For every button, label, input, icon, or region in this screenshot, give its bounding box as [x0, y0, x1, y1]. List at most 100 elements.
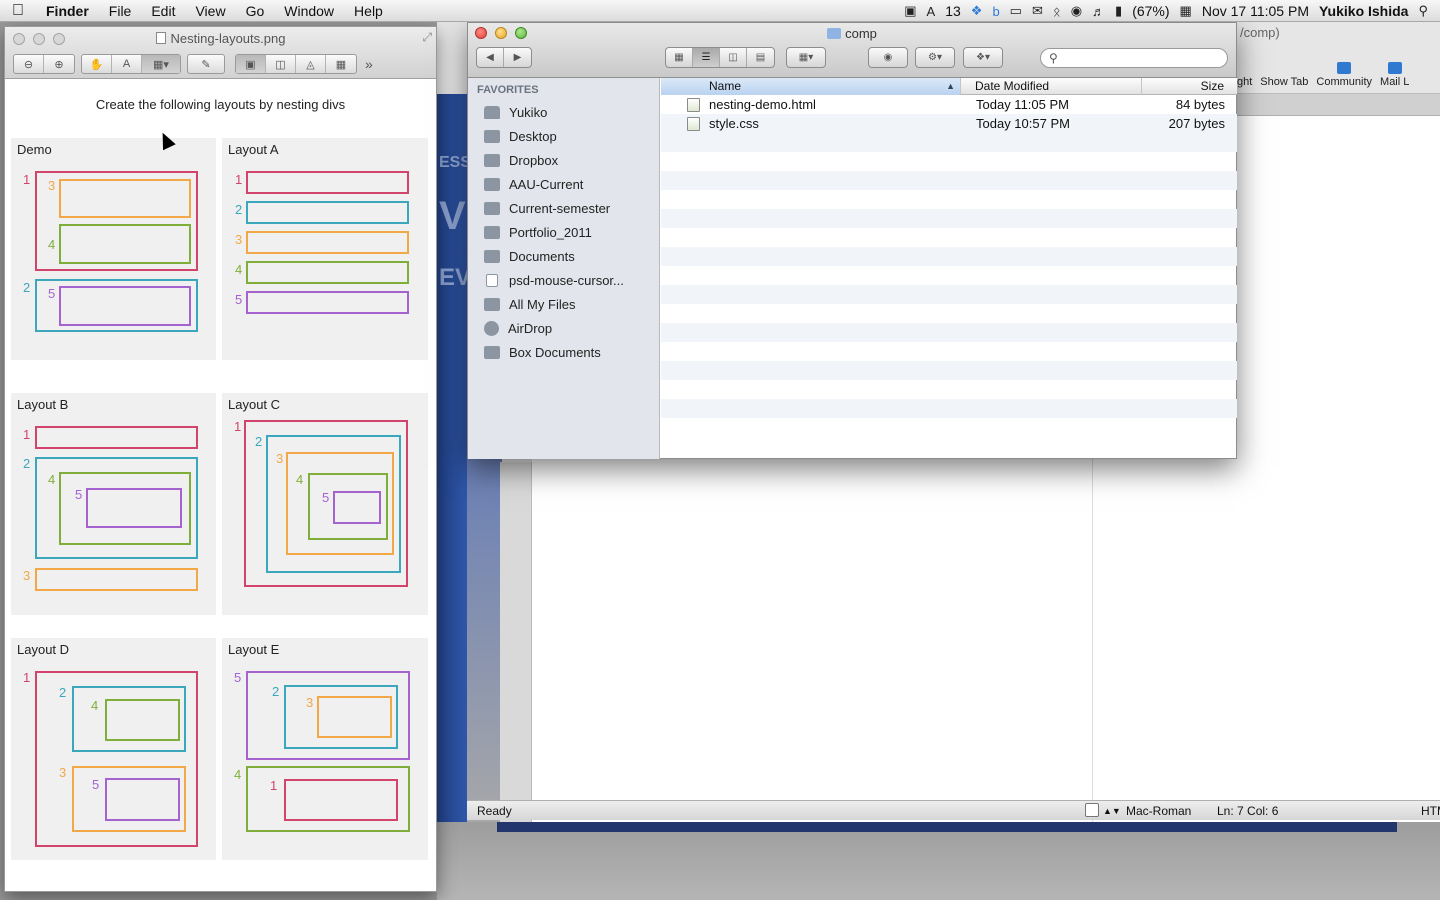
mail-button[interactable]: Mail L — [1380, 62, 1409, 88]
adobe-updates-icon[interactable]: A — [927, 4, 936, 19]
sort-ascending-icon: ▲ — [946, 81, 955, 91]
box-number: 1 — [23, 172, 31, 187]
menu-window[interactable]: Window — [274, 0, 344, 22]
sidebar-item-yukiko[interactable]: Yukiko — [484, 102, 547, 122]
image-heading: Create the following layouts by nesting … — [95, 97, 346, 112]
calendar-icon[interactable]: ▦ — [1180, 3, 1192, 19]
forward-arrow-icon[interactable]: ▶ — [504, 48, 531, 67]
evernote-icon[interactable]: ✉ — [1032, 3, 1043, 19]
toolbar-overflow-icon[interactable]: » — [365, 56, 373, 72]
sidebar-item-desktop[interactable]: Desktop — [484, 126, 557, 146]
volume-icon[interactable]: ♬ — [1092, 4, 1105, 19]
user-name[interactable]: Yukiko Ishida — [1319, 3, 1408, 19]
quick-look-controls: ◉ — [868, 47, 908, 68]
empty-list-stripes — [661, 133, 1237, 437]
show-tab-button[interactable]: Show Tab — [1260, 76, 1308, 88]
selection-tool-icon[interactable]: ▦▾ — [142, 55, 180, 73]
quick-look-eye-icon[interactable]: ◉ — [869, 48, 907, 67]
community-button[interactable]: Community — [1316, 62, 1372, 88]
sidebar-item-documents[interactable]: Documents — [484, 246, 575, 266]
syntax-language[interactable]: HTM — [1421, 804, 1440, 818]
back-arrow-icon[interactable]: ◀ — [477, 48, 504, 67]
annotate-pencil-icon[interactable]: ✎ — [188, 55, 224, 73]
airplay-icon[interactable]: ▭ — [1010, 3, 1022, 19]
cover-flow-view-icon[interactable]: ▤ — [747, 48, 774, 67]
finder-title: comp — [468, 26, 1236, 41]
search-input[interactable] — [1061, 51, 1212, 65]
box-5 — [246, 291, 409, 314]
text-tool-icon[interactable]: A — [112, 55, 142, 73]
table-of-contents-view-icon[interactable]: ◬ — [296, 55, 326, 73]
column-date-modified[interactable]: Date Modified — [961, 78, 1142, 95]
preview-image-area[interactable]: Create the following layouts by nesting … — [5, 80, 436, 891]
menu-help[interactable]: Help — [344, 0, 393, 22]
folder-icon — [484, 201, 500, 215]
menu-finder[interactable]: Finder — [36, 0, 99, 22]
panel-layout-d: Layout D 1 2 4 3 5 — [11, 638, 216, 860]
menu-view[interactable]: View — [185, 0, 235, 22]
dropbox-icon[interactable]: ❖ — [971, 3, 983, 19]
action-gear-icon[interactable]: ⚙▾ — [916, 48, 954, 67]
file-row-nesting-demo[interactable]: nesting-demo.html Today 11:05 PM 84 byte… — [661, 95, 1237, 114]
column-view-icon[interactable]: ◫ — [720, 48, 747, 67]
bluetooth-icon[interactable]: ᛟ — [1053, 4, 1061, 19]
empty-row — [661, 133, 1237, 152]
battery-icon[interactable]: ▮ — [1115, 3, 1122, 19]
search-field[interactable]: ⚲ — [1040, 48, 1228, 68]
thumbnails-view-icon[interactable]: ◫ — [266, 55, 296, 73]
spotlight-search-icon[interactable]: ⚲ — [1418, 3, 1428, 19]
folder-icon — [484, 225, 500, 239]
desktop-background — [437, 822, 1440, 900]
search-icon: ⚲ — [1049, 51, 1058, 65]
apple-menu-icon[interactable]:  — [0, 2, 36, 20]
column-size[interactable]: Size — [1142, 78, 1237, 95]
menu-file[interactable]: File — [99, 0, 142, 22]
arrange-menu-icon[interactable]: ▦▾ — [787, 48, 825, 67]
sidebar-item-psd-mouse-cursor[interactable]: psd-mouse-cursor... — [484, 270, 624, 290]
panel-layout-b: Layout B 1 2 4 5 3 — [11, 393, 216, 615]
sidebar-item-box-documents[interactable]: Box Documents — [484, 342, 601, 362]
sidebar-item-airdrop[interactable]: AirDrop — [484, 318, 552, 338]
contact-sheet-view-icon[interactable]: ▦ — [326, 55, 356, 73]
file-icon — [486, 273, 498, 287]
box-number: 1 — [235, 172, 243, 187]
sidebar-section-favorites: FAVORITES — [477, 84, 539, 96]
empty-row — [661, 209, 1237, 228]
empty-row — [661, 380, 1237, 399]
zoom-out-icon[interactable]: ⊖ — [14, 55, 44, 73]
sidebar-item-current-semester[interactable]: Current-semester — [484, 198, 610, 218]
zoom-in-icon[interactable]: ⊕ — [44, 55, 74, 73]
sidebar-item-all-my-files[interactable]: All My Files — [484, 294, 575, 314]
status-ready: Ready — [477, 803, 512, 818]
panel-label: Layout D — [17, 642, 70, 657]
box-number: 2 — [235, 202, 243, 217]
fullscreen-icon[interactable]: ⤢ — [422, 30, 432, 45]
file-list-header: Name ▲ Date Modified Size — [661, 78, 1237, 95]
sidebar-item-aau-current[interactable]: AAU-Current — [484, 174, 583, 194]
box-number: 4 — [91, 698, 99, 713]
content-only-view-icon[interactable]: ▣ — [236, 55, 266, 73]
dropbox-menu-icon[interactable]: ❖▾ — [964, 48, 1002, 67]
icon-view-icon[interactable]: ▦ — [666, 48, 693, 67]
file-date: Today 11:05 PM — [976, 97, 1069, 112]
column-name[interactable]: Name ▲ — [661, 78, 961, 95]
menu-bar:  Finder File Edit View Go Window Help ▣… — [0, 0, 1440, 22]
sidebar-item-portfolio-2011[interactable]: Portfolio_2011 — [484, 222, 592, 242]
toolbar-highlight-button[interactable]: ght — [1237, 76, 1252, 88]
screen-recording-icon[interactable]: ▣ — [904, 3, 916, 19]
battery-percent[interactable]: (67%) — [1132, 3, 1169, 19]
hand-tool-icon[interactable]: ✋ — [82, 55, 112, 73]
file-row-style-css[interactable]: style.css Today 10:57 PM 207 bytes — [661, 114, 1237, 133]
document-status-arrows-icon[interactable]: ▲▼ — [1103, 806, 1121, 816]
finder-window: comp ◀ ▶ ▦ ☰ ◫ ▤ ▦▾ ◉ ⚙▾ ❖▾ ⚲ FAVORITES — [467, 22, 1237, 459]
clock[interactable]: Nov 17 11:05 PM — [1202, 3, 1309, 19]
list-view-icon[interactable]: ☰ — [693, 48, 720, 67]
menu-go[interactable]: Go — [236, 0, 275, 22]
sidebar-item-label: Documents — [509, 248, 575, 264]
sidebar-item-dropbox[interactable]: Dropbox — [484, 150, 558, 170]
document-status-icon[interactable] — [1085, 803, 1099, 817]
encoding-select[interactable]: Mac-Roman — [1126, 804, 1191, 818]
box-sync-icon[interactable]: b — [992, 4, 999, 19]
wifi-icon[interactable]: ◉ — [1071, 3, 1082, 19]
menu-edit[interactable]: Edit — [141, 0, 185, 22]
